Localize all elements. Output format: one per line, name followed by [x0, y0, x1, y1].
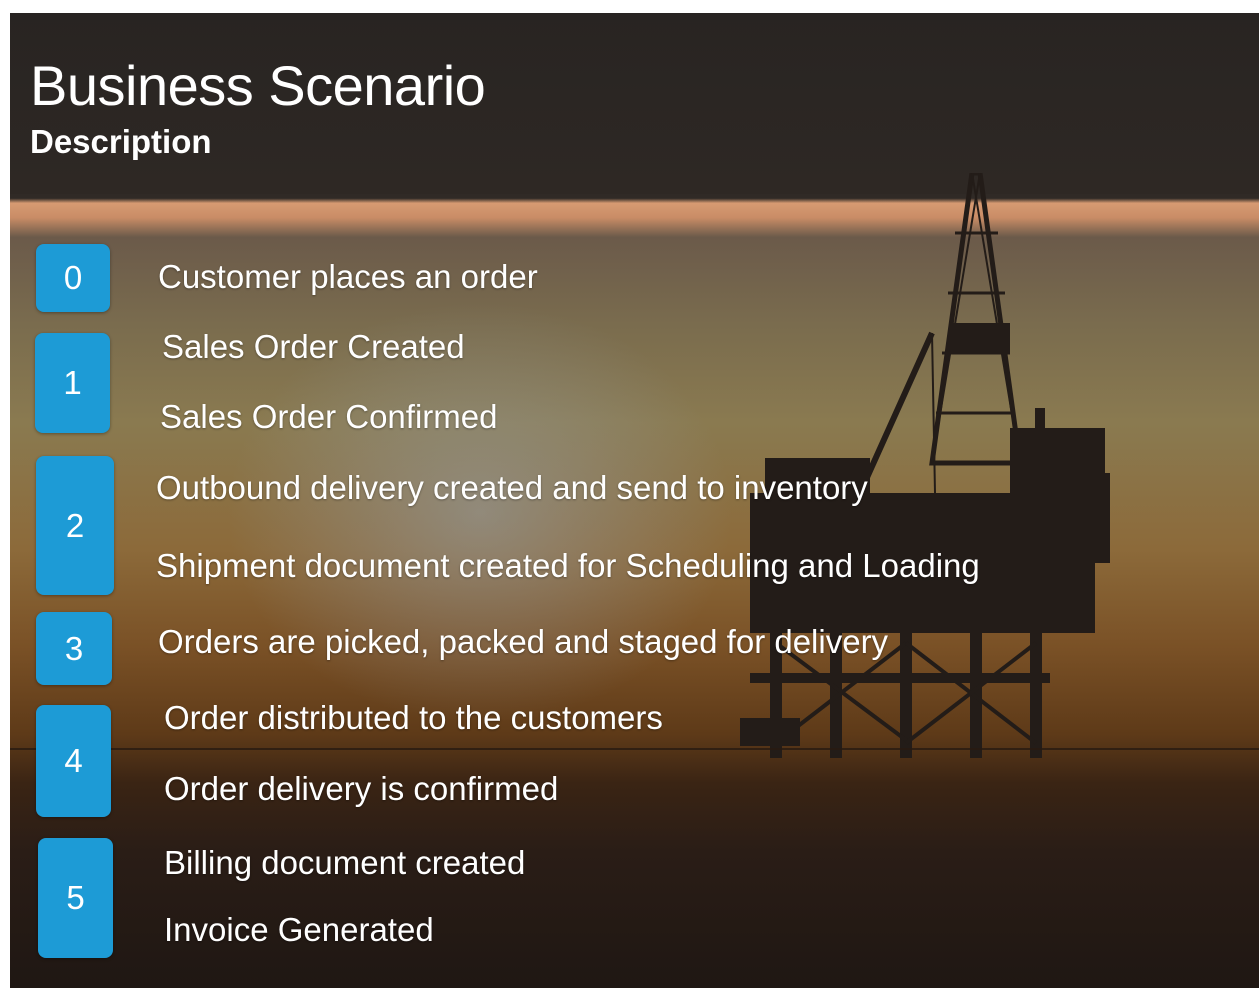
- step-5-line-2: Invoice Generated: [164, 911, 434, 948]
- step-1-badge: 1: [35, 333, 110, 433]
- step-4-line-1: Order distributed to the customers: [164, 699, 663, 736]
- oil-rig-silhouette: [740, 173, 1110, 758]
- step-1-line-1: Sales Order Created: [162, 328, 465, 365]
- step-2-badge: 2: [36, 456, 114, 595]
- step-number: 2: [65, 506, 85, 544]
- step-1-line-2: Sales Order Confirmed: [160, 398, 498, 435]
- step-number: 4: [64, 742, 83, 779]
- title-bar: Business Scenario Description: [10, 13, 1259, 194]
- step-number: 5: [66, 879, 85, 916]
- step-2-line-2: Shipment document created for Scheduling…: [156, 547, 980, 584]
- step-number: 1: [63, 364, 82, 401]
- step-3-line-1: Orders are picked, packed and staged for…: [158, 623, 889, 660]
- step-5-badge: 5: [38, 838, 113, 958]
- step-5-line-1: Billing document created: [164, 844, 526, 881]
- page-title: Business Scenario: [30, 54, 486, 117]
- horizon-line: [10, 748, 1259, 750]
- slide: Business Scenario Description 0 Customer…: [10, 13, 1259, 988]
- step-4-line-2: Order delivery is confirmed: [164, 770, 559, 807]
- step-3-badge: 3: [36, 612, 112, 685]
- step-2-line-1: Outbound delivery created and send to in…: [156, 469, 868, 506]
- step-number: 3: [64, 629, 84, 667]
- step-0-badge: 0: [36, 244, 110, 312]
- step-4-badge: 4: [36, 705, 111, 817]
- page-subtitle: Description: [30, 123, 212, 160]
- step-number: 0: [63, 259, 83, 296]
- step-0-line-1: Customer places an order: [158, 258, 538, 295]
